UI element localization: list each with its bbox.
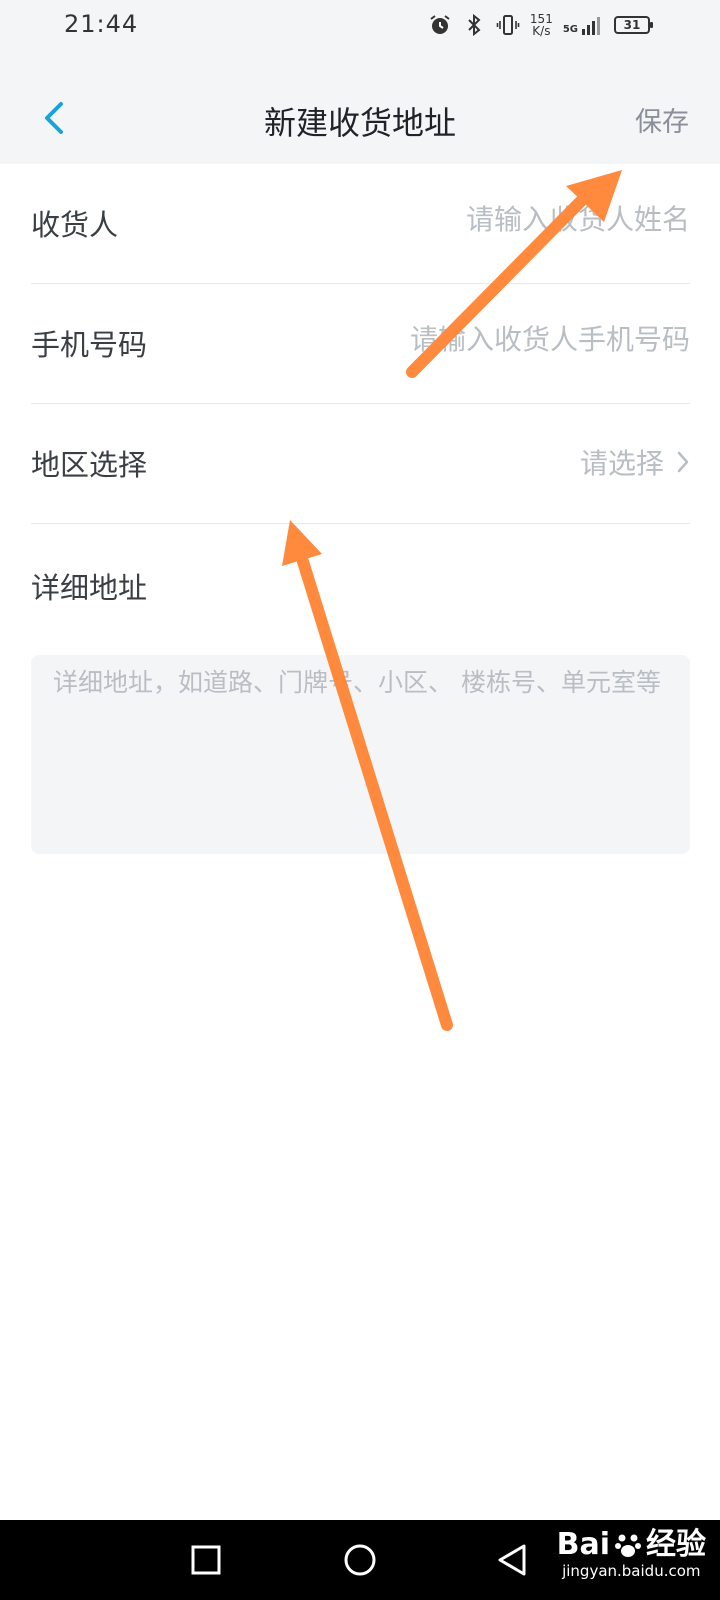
region-select[interactable]: 请选择 <box>580 442 690 482</box>
bluetooth-icon <box>468 13 481 37</box>
status-bar: 21:44 151 K/s 5G 31 <box>0 0 720 50</box>
vibrate-icon <box>496 15 520 35</box>
region-select-value: 请选择 <box>579 447 664 480</box>
signal-icon: 5G <box>563 15 604 35</box>
receiver-name-input[interactable] <box>290 194 690 244</box>
alarm-icon <box>430 15 450 34</box>
paw-icon <box>615 1534 641 1557</box>
home-icon <box>344 1544 376 1576</box>
save-button[interactable]: 保存 <box>635 100 689 139</box>
net-speed: 151 K/s <box>530 13 553 37</box>
phone-label: 手机号码 <box>31 328 148 362</box>
screen: 21:44 151 K/s 5G 31 新建收货地址 保存 收货人 请输入收货人… <box>0 0 720 1600</box>
detail-address-label: 详细地址 <box>31 571 148 605</box>
header: 新建收货地址 保存 <box>0 50 720 164</box>
status-time: 21:44 <box>64 10 139 38</box>
watermark-brand-suffix: 经验 <box>646 1527 706 1562</box>
net-speed-unit: K/s <box>532 24 551 38</box>
receiver-row: 收货人 <box>31 164 690 284</box>
home-button[interactable] <box>340 1540 380 1580</box>
baidu-jingyan-watermark: Bai 经验 jingyan.baidu.com <box>557 1528 706 1581</box>
watermark-brand: Bai <box>556 1527 610 1562</box>
detail-address-input[interactable] <box>31 655 690 854</box>
region-label: 地区选择 <box>31 448 148 482</box>
signal-label: 5G <box>562 24 578 35</box>
status-icons: 151 K/s 5G 31 <box>428 8 653 42</box>
recent-apps-button[interactable] <box>186 1540 226 1580</box>
page-title: 新建收货地址 <box>263 104 456 142</box>
back-triangle-icon <box>498 1544 526 1576</box>
watermark-logo: Bai 经验 <box>557 1528 706 1562</box>
phone-row: 手机号码 <box>31 284 690 404</box>
region-row[interactable]: 地区选择 请选择 <box>31 404 690 524</box>
recent-apps-icon <box>191 1545 221 1575</box>
watermark-url: jingyan.baidu.com <box>562 1562 701 1580</box>
signal-bars-icon <box>582 17 600 35</box>
back-nav-button[interactable] <box>492 1540 532 1580</box>
battery-icon: 31 <box>614 16 653 34</box>
chevron-right-icon <box>677 451 689 473</box>
receiver-label: 收货人 <box>31 208 119 242</box>
navigation-bar: Bai 经验 jingyan.baidu.com <box>0 1520 720 1600</box>
phone-input[interactable] <box>290 314 690 364</box>
